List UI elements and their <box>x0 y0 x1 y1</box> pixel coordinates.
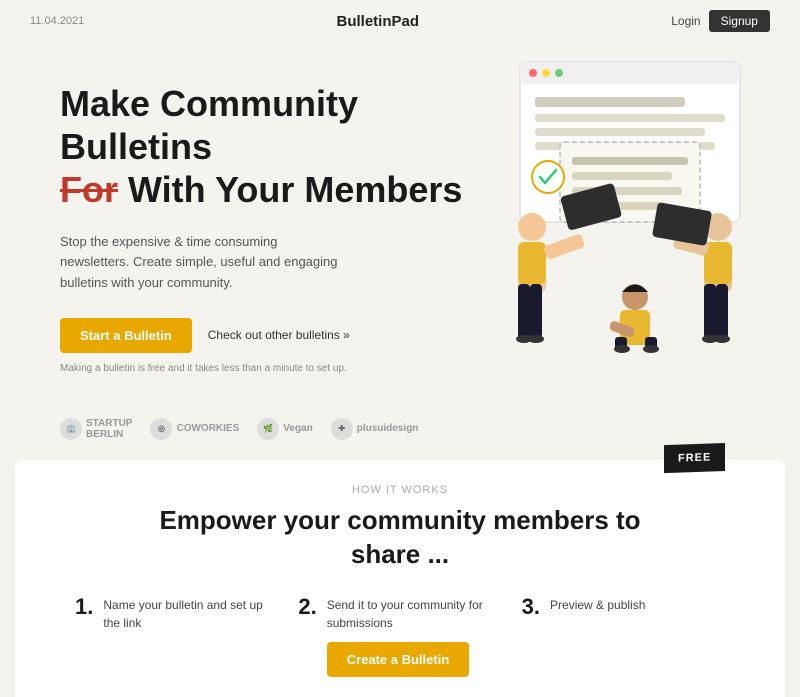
title-line2: With Your Members <box>128 169 462 210</box>
create-bulletin-button[interactable]: Create a Bulletin <box>327 642 470 677</box>
check-bulletins-link[interactable]: Check out other bulletins » <box>208 328 350 342</box>
hero-left: Make Community Bulletins For With Your M… <box>60 72 480 398</box>
hero-illustration <box>460 52 780 362</box>
free-badge: FREE <box>664 443 725 473</box>
title-strikethrough: For <box>60 169 118 210</box>
step-2-text: Send it to your community for submission… <box>327 596 502 632</box>
hero-section: Make Community Bulletins For With Your M… <box>0 42 800 418</box>
hero-cta: Start a Bulletin Check out other bulleti… <box>60 318 480 353</box>
header-actions: Login Signup <box>671 10 770 32</box>
logo: BulletinPad <box>336 13 419 30</box>
step-2-number: 2. <box>298 596 316 618</box>
login-button[interactable]: Login <box>671 14 700 28</box>
step-1-text: Name your bulletin and set up the link <box>103 596 278 632</box>
header: 11.04.2021 BulletinPad Login Signup <box>0 0 800 42</box>
step-2: 2. Send it to your community for submiss… <box>298 596 501 677</box>
plusuidesign-icon: ✚ <box>331 418 353 440</box>
startup-berlin-icon: 🏢 <box>60 418 82 440</box>
start-bulletin-button[interactable]: Start a Bulletin <box>60 318 192 353</box>
logo-startup-berlin: 🏢 STARTUPBERLIN <box>60 418 132 440</box>
step-3-text: Preview & publish <box>550 596 645 614</box>
signup-button[interactable]: Signup <box>709 10 770 32</box>
steps: 1. Name your bulletin and set up the lin… <box>75 596 725 677</box>
bottom-section: FREE HOW IT WORKS Empower your community… <box>15 460 785 697</box>
how-it-works-label: HOW IT WORKS <box>75 484 725 496</box>
logos-section: 🏢 STARTUPBERLIN ◎ COWORKIES 🌿 Vegan ✚ pl… <box>0 418 800 440</box>
coworkies-icon: ◎ <box>150 418 172 440</box>
logo-coworkies: ◎ COWORKIES <box>150 418 239 440</box>
header-date: 11.04.2021 <box>30 15 84 27</box>
hero-subtitle: Stop the expensive & time consuming news… <box>60 232 340 294</box>
logo-vegan: 🌿 Vegan <box>257 418 312 440</box>
bottom-title: Empower your community members to share … <box>75 504 725 572</box>
logo-plusuidesign: ✚ plusuidesign <box>331 418 419 440</box>
step-3-number: 3. <box>522 596 540 618</box>
hero-title: Make Community Bulletins For With Your M… <box>60 82 480 212</box>
step-1-number: 1. <box>75 596 93 618</box>
step-1: 1. Name your bulletin and set up the lin… <box>75 596 278 632</box>
step-3: 3. Preview & publish <box>522 596 725 618</box>
vegan-icon: 🌿 <box>257 418 279 440</box>
title-line1: Make Community Bulletins <box>60 83 358 167</box>
hero-note: Making a bulletin is free and it takes l… <box>60 363 480 374</box>
